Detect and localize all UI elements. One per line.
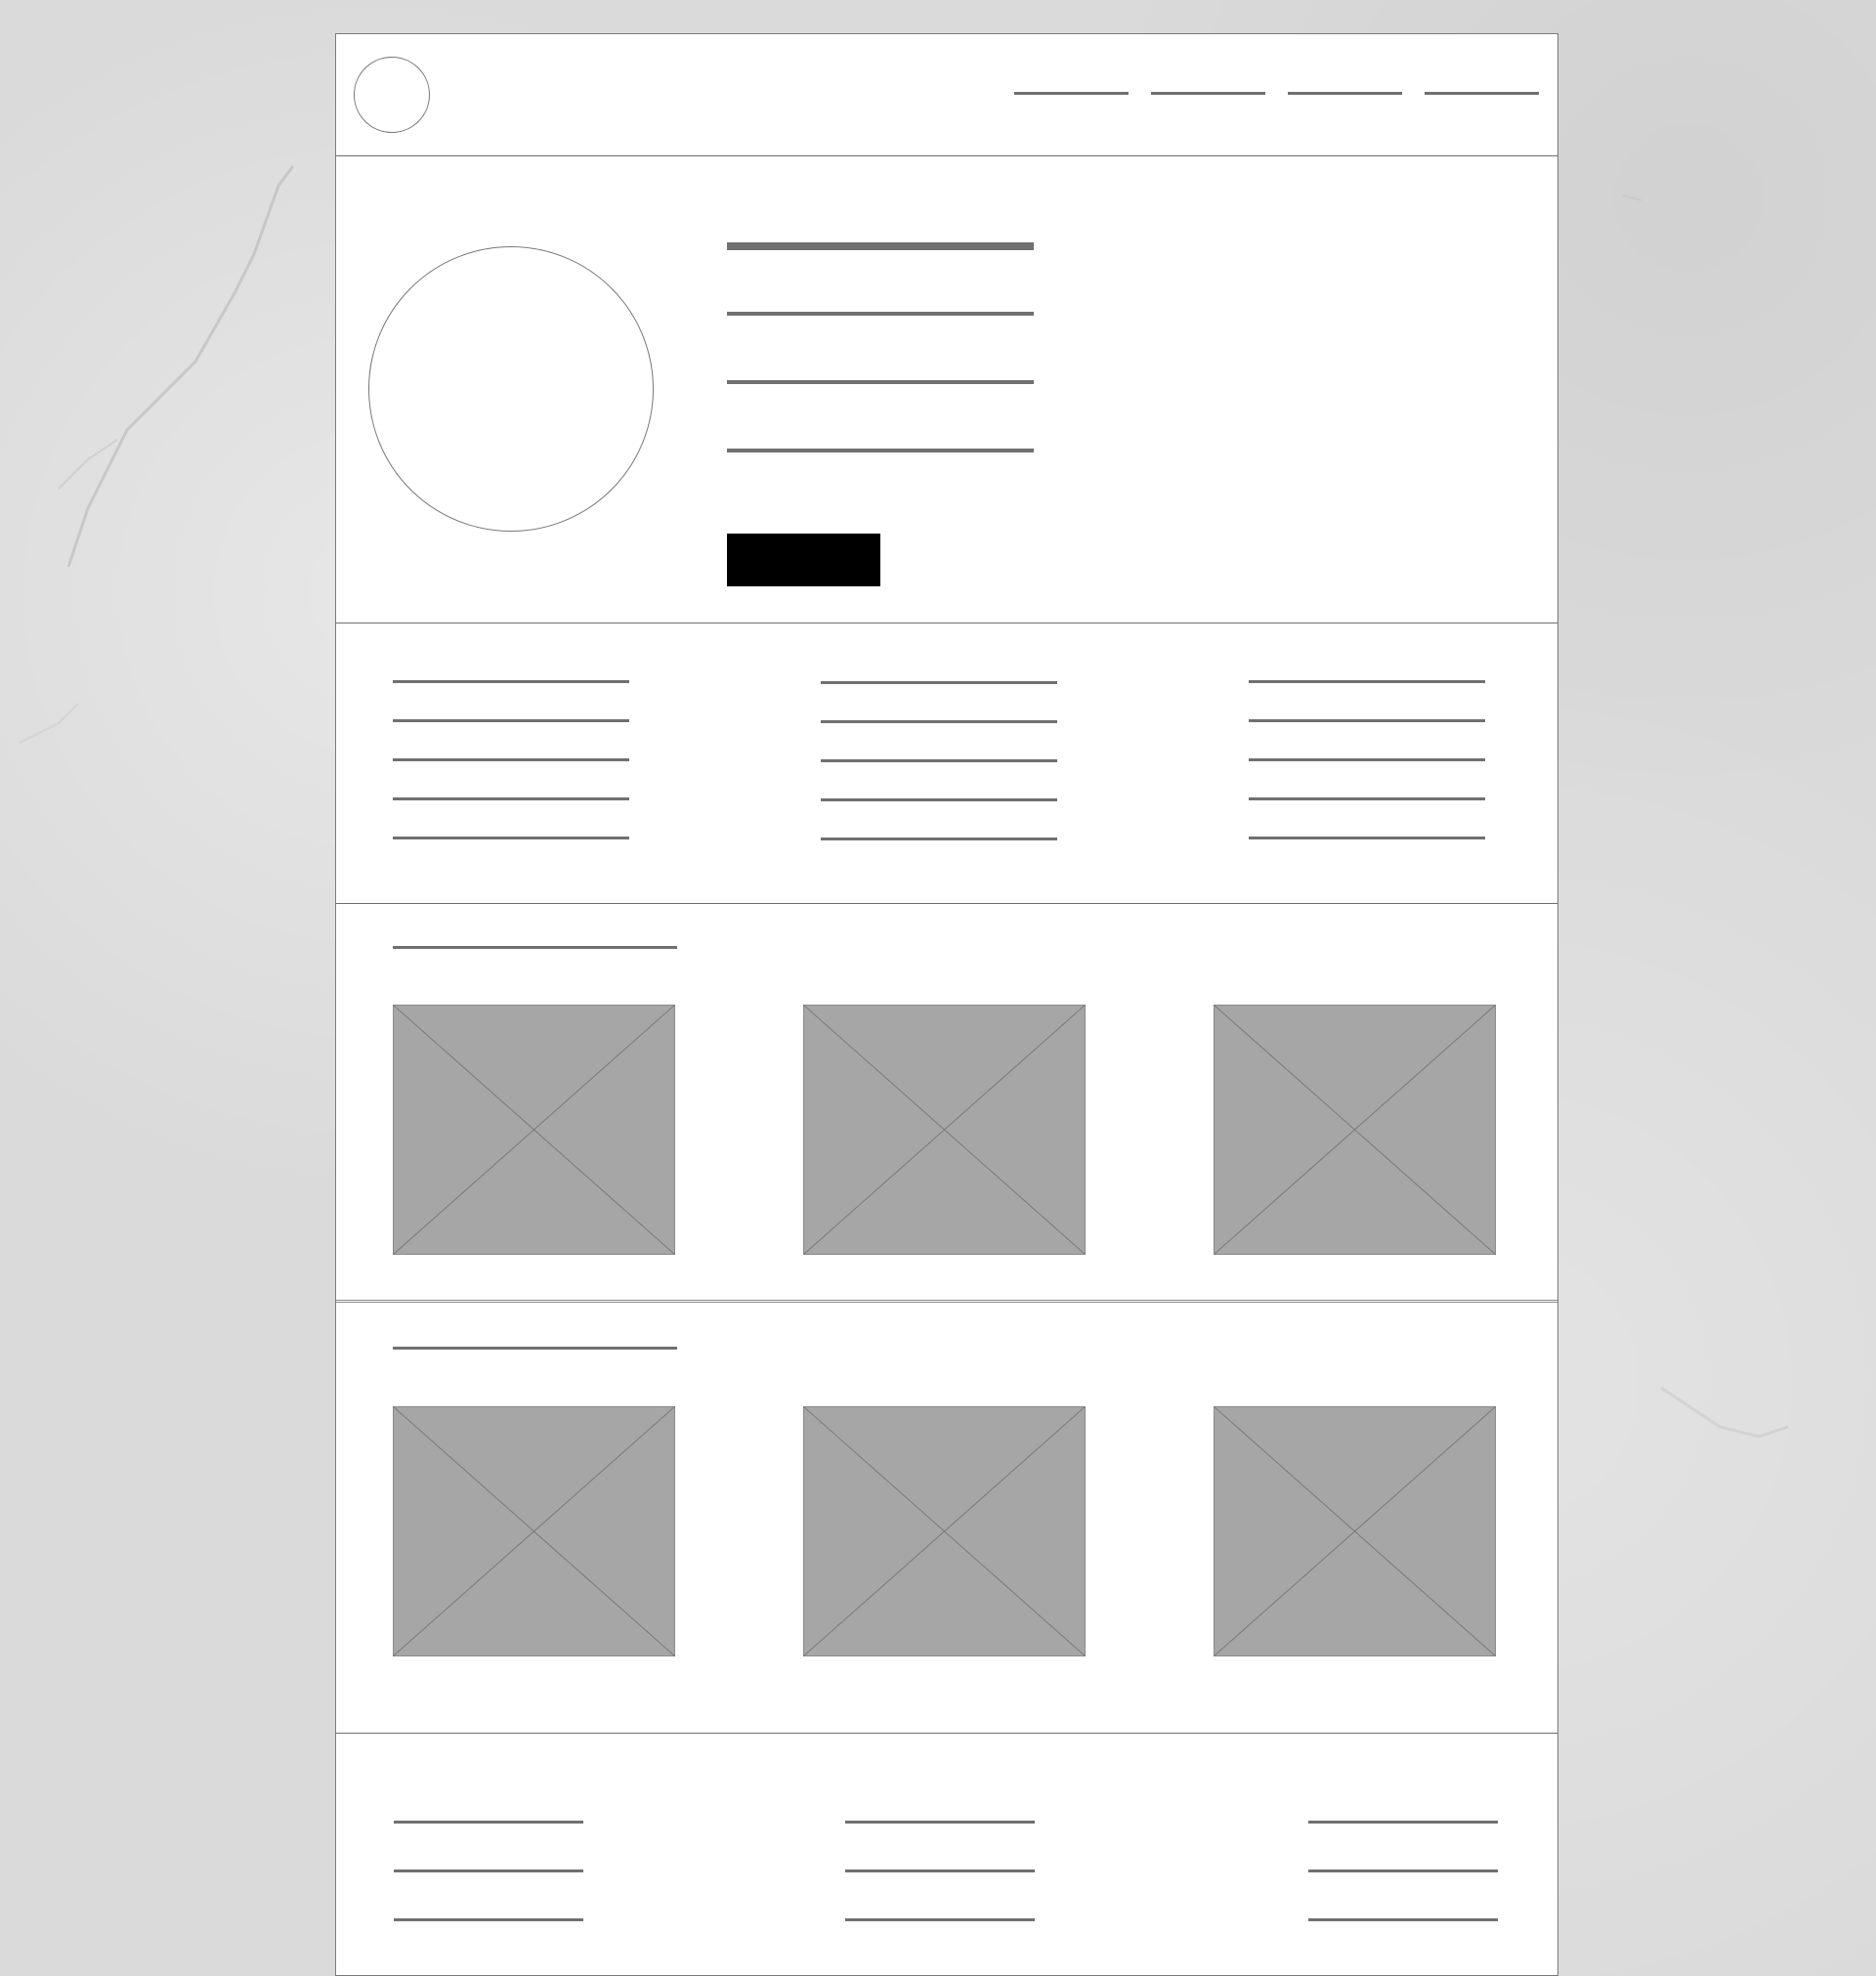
feature-text-line <box>393 797 629 800</box>
nav-link-line <box>1014 92 1129 95</box>
feature-text-line <box>393 680 629 683</box>
feature-text-line <box>1249 719 1485 722</box>
feature-text-line <box>1249 797 1485 800</box>
feature-text-line <box>821 720 1057 723</box>
nav-link-3[interactable] <box>1288 87 1402 99</box>
nav-link-2[interactable] <box>1151 87 1265 99</box>
hero-cta-button[interactable] <box>727 534 880 586</box>
gallery-section-2 <box>336 1303 1557 1734</box>
hero-section <box>336 156 1557 623</box>
feature-text-line <box>393 758 629 761</box>
footer-link-line[interactable] <box>1308 1869 1498 1872</box>
footer-link-line[interactable] <box>1308 1918 1498 1921</box>
feature-text-line <box>821 798 1057 801</box>
nav-link-line <box>1288 92 1402 95</box>
nav-link-1[interactable] <box>1014 87 1129 99</box>
gallery-title-line <box>393 946 677 949</box>
image-placeholder-icon[interactable] <box>1214 1406 1496 1656</box>
hero-text-line <box>727 312 1034 316</box>
image-placeholder-icon[interactable] <box>803 1406 1086 1656</box>
footer-link-line[interactable] <box>845 1821 1035 1824</box>
footer-link-line[interactable] <box>845 1918 1035 1921</box>
feature-text-line <box>393 837 629 839</box>
header <box>336 34 1557 156</box>
features-section <box>336 623 1557 904</box>
footer-link-line[interactable] <box>1308 1821 1498 1824</box>
hero-text-line <box>727 449 1034 452</box>
wireframe-page <box>335 33 1558 1976</box>
footer <box>336 1734 1557 1975</box>
gallery-title-line <box>393 1347 677 1350</box>
image-placeholder-icon[interactable] <box>393 1005 675 1255</box>
feature-text-line <box>393 719 629 722</box>
footer-link-line[interactable] <box>394 1869 583 1872</box>
hero-heading-line <box>727 242 1034 250</box>
image-placeholder-icon[interactable] <box>1214 1005 1496 1255</box>
nav-link-line <box>1425 92 1539 95</box>
footer-link-line[interactable] <box>394 1918 583 1921</box>
image-placeholder-icon[interactable] <box>393 1406 675 1656</box>
footer-link-line[interactable] <box>394 1821 583 1824</box>
circle-avatar-icon <box>368 246 654 532</box>
feature-text-line <box>1249 680 1485 683</box>
feature-text-line <box>821 838 1057 840</box>
gallery-section-1 <box>336 904 1557 1303</box>
nav-link-line <box>1151 92 1265 95</box>
image-placeholder-icon[interactable] <box>803 1005 1086 1255</box>
feature-text-line <box>1249 758 1485 761</box>
feature-text-line <box>821 681 1057 684</box>
feature-text-line <box>1249 837 1485 839</box>
nav-link-4[interactable] <box>1425 87 1539 99</box>
hero-text-line <box>727 380 1034 384</box>
circle-logo-icon[interactable] <box>354 57 430 133</box>
footer-link-line[interactable] <box>845 1869 1035 1872</box>
feature-text-line <box>821 759 1057 762</box>
